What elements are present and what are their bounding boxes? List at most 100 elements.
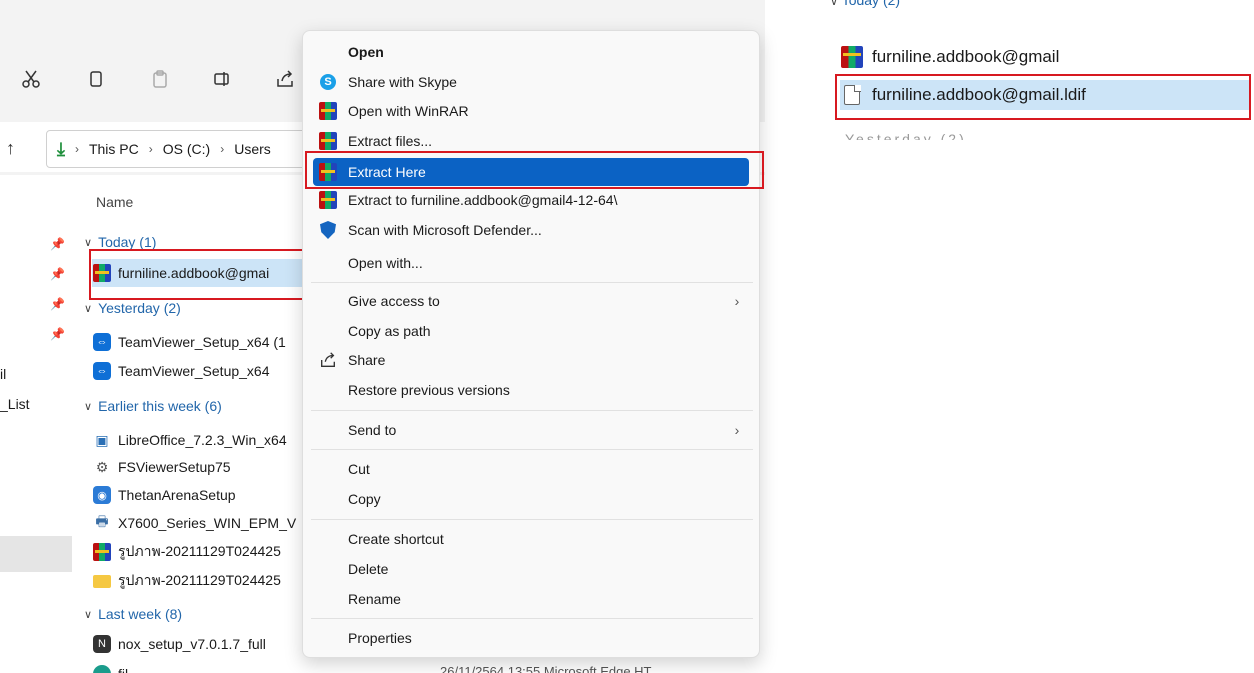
file-row[interactable]: 🖶 X7600_Series_WIN_EPM_V [92, 509, 296, 537]
chevron-down-icon: ∨ [830, 0, 839, 8]
teamviewer-icon: ⇔ [92, 361, 112, 381]
breadcrumb-users[interactable]: Users [234, 141, 271, 157]
file-icon [840, 83, 864, 107]
group-header-cut-off: Yesterday (2) [845, 132, 967, 140]
file-row[interactable]: ⇔ TeamViewer_Setup_x64 (1 [92, 328, 286, 356]
file-name: TeamViewer_Setup_x64 (1 [118, 334, 286, 350]
menu-item-copy[interactable]: Copy [313, 485, 749, 513]
file-name: nox_setup_v7.0.1.7_full [118, 636, 266, 652]
group-label: Today (1) [98, 234, 157, 250]
pin-icon[interactable]: 📌 [50, 327, 65, 341]
menu-item-extract-here[interactable]: Extract Here [313, 158, 749, 186]
winrar-icon [313, 163, 343, 181]
context-menu: Open S Share with Skype Open with WinRAR… [302, 30, 760, 658]
menu-item-open-with[interactable]: Open with... [313, 249, 749, 277]
navigation-pane: 📌 📌 📌 📌 il _List [0, 175, 80, 673]
menu-item-extract-to[interactable]: Extract to furniline.addbook@gmail4-12-6… [313, 186, 749, 214]
file-name: X7600_Series_WIN_EPM_V [118, 515, 297, 531]
share-icon[interactable] [268, 62, 302, 96]
menu-item-share[interactable]: Share [313, 346, 749, 374]
paste-icon[interactable] [143, 62, 177, 96]
file-name: ThetanArenaSetup [118, 487, 236, 503]
rename-icon[interactable] [206, 62, 240, 96]
download-icon: ⤓ [57, 138, 65, 159]
file-row[interactable]: รูปภาพ-20211129T024425 [92, 567, 281, 595]
edge-icon [92, 664, 112, 673]
file-row[interactable]: รูปภาพ-20211129T024425 [92, 538, 281, 566]
menu-separator [311, 410, 753, 411]
file-name: FSViewerSetup75 [118, 459, 231, 475]
file-name: fil [118, 666, 128, 673]
menu-separator [311, 449, 753, 450]
menu-item-share-skype[interactable]: S Share with Skype [313, 68, 749, 96]
chevron-right-icon: › [74, 142, 79, 156]
file-row[interactable]: ▣ LibreOffice_7.2.3_Win_x64 [92, 426, 287, 454]
pin-icon[interactable]: 📌 [50, 297, 65, 311]
pin-icon[interactable]: 📌 [50, 237, 65, 251]
group-label: Last week (8) [98, 606, 183, 622]
file-name: furniline.addbook@gmail.ldif [872, 85, 1086, 104]
menu-item-scan-defender[interactable]: Scan with Microsoft Defender... [313, 216, 749, 244]
menu-item-send-to[interactable]: Send to › [313, 416, 749, 444]
chevron-down-icon: ∨ [84, 608, 93, 621]
breadcrumb-drive[interactable]: OS (C:) [163, 141, 210, 157]
menu-separator [311, 282, 753, 283]
winrar-icon [92, 542, 112, 562]
menu-item-give-access[interactable]: Give access to › [313, 287, 749, 315]
setup-icon: ⚙ [95, 458, 109, 475]
winrar-icon [313, 102, 343, 120]
menu-item-extract-files[interactable]: Extract files... [313, 127, 749, 155]
scissors-icon[interactable] [14, 62, 48, 96]
group-label: Yesterday (2) [98, 300, 181, 316]
skype-icon: S [313, 74, 343, 90]
file-row-selected[interactable]: furniline.addbook@gmai [92, 259, 302, 287]
menu-item-open[interactable]: Open [313, 38, 749, 66]
file-row[interactable]: ⚙ FSViewerSetup75 [92, 453, 231, 481]
file-name: รูปภาพ-20211129T024425 [118, 572, 281, 588]
winrar-icon [840, 46, 864, 68]
installer-icon: ▣ [95, 431, 109, 448]
file-row[interactable]: ◉ ThetanArenaSetup [92, 481, 236, 509]
chevron-down-icon: ∨ [84, 400, 93, 413]
group-header-lastweek[interactable]: ∨ Last week (8) [84, 606, 182, 622]
folder-icon [92, 571, 112, 591]
chevron-right-icon: › [734, 422, 740, 438]
up-arrow-icon[interactable]: ↑ [6, 138, 15, 159]
file-row[interactable]: ⇔ TeamViewer_Setup_x64 [92, 357, 270, 385]
copy-icon[interactable] [79, 62, 113, 96]
menu-item-properties[interactable]: Properties [313, 624, 749, 652]
group-header-today[interactable]: ∨ Today (2) [830, 0, 900, 8]
menu-item-restore-versions[interactable]: Restore previous versions [313, 376, 749, 404]
file-row[interactable]: fil [92, 660, 128, 673]
column-header-name[interactable]: Name [96, 194, 133, 210]
menu-item-cut[interactable]: Cut [313, 455, 749, 483]
chevron-down-icon: ∨ [84, 236, 93, 249]
chevron-right-icon: › [734, 293, 740, 309]
file-row[interactable]: N nox_setup_v7.0.1.7_full [92, 630, 266, 658]
printer-icon: 🖶 [95, 513, 109, 529]
group-label: Today (2) [841, 0, 901, 8]
address-bar[interactable]: ⤓ › This PC › OS (C:) › Users [46, 130, 336, 168]
nav-item-selected[interactable] [0, 536, 72, 572]
pin-icon[interactable]: 📌 [50, 267, 65, 281]
menu-item-create-shortcut[interactable]: Create shortcut [313, 525, 749, 553]
file-name: รูปภาพ-20211129T024425 [118, 543, 281, 559]
menu-item-copy-path[interactable]: Copy as path [313, 317, 749, 345]
file-row[interactable]: furniline.addbook@gmail [840, 42, 1059, 72]
file-name: LibreOffice_7.2.3_Win_x64 [118, 432, 287, 448]
winrar-icon [313, 191, 343, 209]
teamviewer-icon: ⇔ [92, 332, 112, 352]
chevron-right-icon: › [148, 142, 153, 156]
nav-item[interactable]: _List [0, 396, 30, 412]
group-header-yesterday[interactable]: ∨ Yesterday (2) [84, 300, 181, 316]
group-header-today[interactable]: ∨ Today (1) [84, 234, 156, 250]
group-header-earlier[interactable]: ∨ Earlier this week (6) [84, 398, 222, 414]
menu-item-delete[interactable]: Delete [313, 555, 749, 583]
file-row-selected[interactable]: furniline.addbook@gmail.ldif [840, 80, 1250, 110]
menu-item-open-winrar[interactable]: Open with WinRAR [313, 97, 749, 125]
winrar-icon [92, 263, 112, 283]
breadcrumb-this-pc[interactable]: This PC [89, 141, 139, 157]
menu-item-rename[interactable]: Rename [313, 585, 749, 613]
nav-item[interactable]: il [0, 366, 6, 382]
menu-separator [311, 618, 753, 619]
